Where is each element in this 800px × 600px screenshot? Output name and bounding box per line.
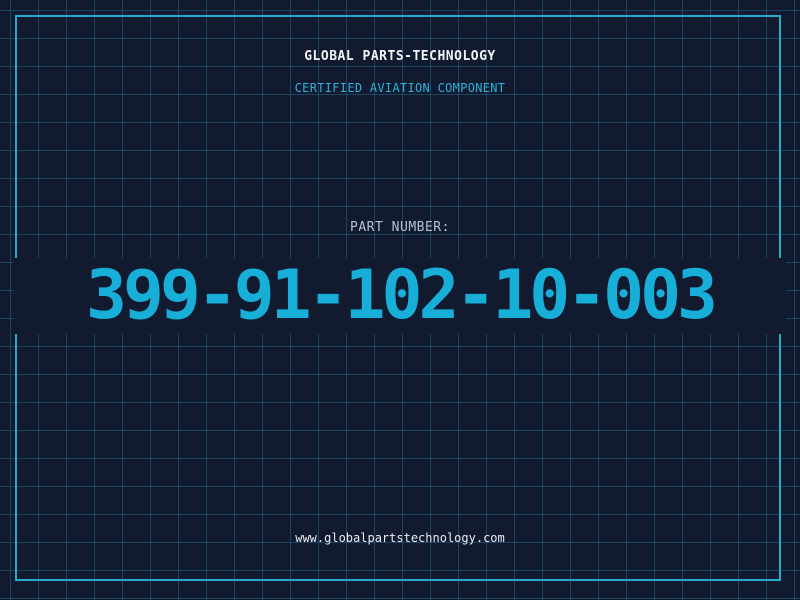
part-number-label: PART NUMBER:	[350, 220, 450, 235]
part-number-value: 399-91-102-10-003	[86, 256, 718, 335]
certification-subtitle: CERTIFIED AVIATION COMPONENT	[294, 81, 506, 95]
part-label-card: GLOBAL PARTS-TECHNOLOGY CERTIFIED AVIATI…	[0, 0, 800, 600]
company-name: GLOBAL PARTS-TECHNOLOGY	[304, 49, 496, 64]
website-url: www.globalpartstechnology.com	[295, 531, 505, 545]
